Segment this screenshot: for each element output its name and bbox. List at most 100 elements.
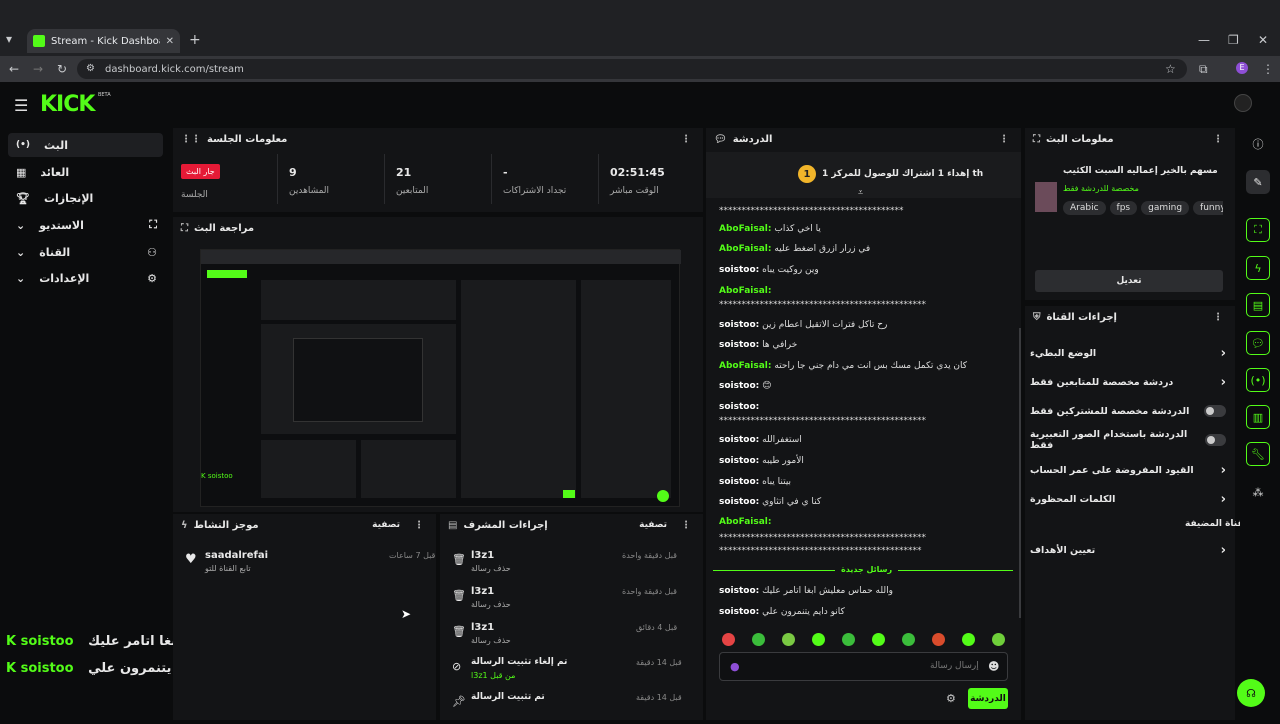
goal-banner[interactable]: 1 إهداء 1 اشتراك للوصول للمركز 1 th ⩡ [706, 152, 1021, 198]
sidebar-item-achievements[interactable]: 🏆︎ الإنجازات [8, 186, 163, 210]
edit-button[interactable]: تعديل [1035, 270, 1223, 292]
chat-message[interactable]: soistoo: والله حماس معليش ابغا اتامر علي… [719, 586, 893, 596]
emotes-only-toggle[interactable] [1205, 434, 1226, 446]
wrench-icon[interactable]: 🔧︎ [1246, 442, 1270, 466]
edit-icon[interactable]: ✎ [1246, 170, 1270, 194]
more-icon[interactable]: ⋮ [681, 134, 691, 145]
emoji-icon[interactable]: ☻ [988, 660, 999, 673]
browser-menu-icon[interactable]: ⋮ [1262, 63, 1274, 75]
subscribers-only-toggle[interactable] [1204, 405, 1226, 417]
bolt-icon[interactable]: ϟ [1246, 256, 1270, 280]
capture-icon[interactable]: ⛶ [1246, 218, 1270, 242]
extensions-icon[interactable]: ⧉ [1199, 63, 1208, 75]
sidebar-item-channel[interactable]: ⌄ القناة ⚇ [8, 240, 163, 264]
action-followers-only[interactable]: دردشة مخصصة للمتابعين فقط › [1030, 372, 1226, 392]
tag-chip[interactable]: gaming [1141, 201, 1190, 215]
chat-input[interactable]: ● إرسال رسالة ☻ [719, 652, 1008, 681]
browser-tab[interactable]: Stream - Kick Dashboard ✕ [27, 29, 180, 53]
chat-message[interactable]: ****************************************… [719, 206, 904, 216]
minimize-icon[interactable]: — [1198, 34, 1210, 46]
tag-chip[interactable]: funny [1193, 201, 1223, 215]
more-icon[interactable]: ⋮ [1213, 134, 1223, 145]
chat-message[interactable]: ****************************************… [719, 546, 922, 556]
url-input[interactable]: ⚙ dashboard.kick.com/stream ☆ [77, 59, 1187, 79]
chat-message[interactable]: AboFaisal: يا اخي كذاب [719, 224, 821, 234]
emote-icon[interactable] [752, 633, 765, 646]
chat-message[interactable]: soistoo: كنا ي في اتثاوي [719, 497, 821, 507]
chat-message[interactable]: soistoo: كانو دايم يتنمرون علي [719, 607, 845, 617]
mic-icon[interactable]: ● [730, 660, 740, 673]
info-icon[interactable]: ⓘ [1246, 132, 1270, 156]
support-icon[interactable]: ☊ [1237, 679, 1265, 707]
bookmark-star-icon[interactable]: ☆ [1165, 63, 1176, 75]
emote-icon[interactable] [872, 633, 885, 646]
expand-icon[interactable]: ⩡ [858, 188, 863, 198]
chat-message[interactable]: soistoo: بيتنا يباه [719, 477, 791, 487]
emote-icon[interactable] [932, 633, 945, 646]
stream-category[interactable]: مخصصة للدردشة فقط [1063, 184, 1139, 193]
chat-message[interactable]: soistoo: استغفرالله [719, 435, 802, 445]
emote-icon[interactable] [722, 633, 735, 646]
chat-message[interactable]: ****************************************… [719, 533, 926, 543]
chat-icon[interactable]: 💬︎ [1246, 331, 1270, 355]
emote-icon[interactable] [902, 633, 915, 646]
activity-user[interactable]: saadalrefai [205, 550, 268, 561]
emote-icon[interactable] [992, 633, 1005, 646]
chat-message[interactable]: soistoo: وين روكيت يباه [719, 265, 819, 275]
list-icon[interactable]: ▤ [1246, 293, 1270, 317]
chat-message[interactable]: ****************************************… [719, 300, 926, 310]
forward-icon[interactable]: → [33, 63, 43, 75]
filter-button[interactable]: تصفية [372, 520, 400, 530]
site-info-icon[interactable]: ⚙ [86, 63, 95, 75]
profile-avatar[interactable]: E [1236, 62, 1248, 74]
action-set-goals[interactable]: تعيين الأهداف › [1030, 540, 1226, 560]
chat-message[interactable]: AboFaisal: في زرار ازرق اضغط عليه [719, 244, 870, 254]
more-icon[interactable]: ⋮ [414, 520, 424, 531]
chat-message[interactable]: soistoo: [719, 402, 759, 412]
chat-message[interactable]: soistoo: خرافي ها [719, 340, 797, 350]
chat-settings-icon[interactable]: ⚙ [946, 692, 956, 705]
emote-icon[interactable] [962, 633, 975, 646]
sidebar-item-revenue[interactable]: ▦ العائد [8, 160, 163, 184]
stream-video[interactable]: K soistoo [200, 249, 681, 507]
chat-message[interactable]: AboFaisal: [719, 517, 771, 527]
action-subscribers-only[interactable]: الدردشة مخصصة للمشتركين فقط [1030, 401, 1226, 421]
filter-button[interactable]: تصفية [639, 520, 667, 530]
tag-chip[interactable]: Arabic [1063, 201, 1106, 215]
kick-logo[interactable]: KICK BETA [40, 92, 111, 117]
new-tab-icon[interactable]: + [189, 33, 201, 47]
chat-message[interactable]: AboFaisal: كان يدي تكمل مسك بس انت مي دا… [719, 361, 967, 371]
tab-close-icon[interactable]: ✕ [166, 36, 174, 47]
back-icon[interactable]: ← [9, 63, 19, 75]
action-emotes-only[interactable]: الدردشة باستخدام الصور التعبيرية فقط [1030, 429, 1226, 451]
emote-icon[interactable] [812, 633, 825, 646]
restore-icon[interactable]: ❐ [1228, 34, 1239, 46]
chat-message[interactable]: soistoo: رح تاكل فترات الاتقيل اعطام زين [719, 320, 887, 330]
more-icon[interactable]: ⋮ [999, 134, 1009, 145]
reload-icon[interactable]: ↻ [57, 63, 67, 75]
tag-chip[interactable]: fps [1109, 201, 1138, 215]
tab-search-icon[interactable]: ▾ [6, 33, 12, 45]
sidebar-item-settings[interactable]: ⌄ الإعدادات ⚙ [8, 266, 163, 290]
sidebar-item-studio[interactable]: ⌄ الاستديو ⛶ [8, 213, 163, 237]
chat-message[interactable]: soistoo: الأمور طيبه [719, 456, 804, 466]
more-icon[interactable]: ⋮ [681, 520, 691, 531]
layers-icon[interactable]: ▥ [1246, 405, 1270, 429]
hamburger-menu-icon[interactable]: ☰ [14, 96, 28, 115]
sidebar-item-stream[interactable]: (•) البث [8, 133, 163, 157]
broadcast-icon[interactable]: (•) [1246, 368, 1270, 392]
chat-message[interactable]: soistoo: 😊 [719, 381, 772, 391]
action-banned-words[interactable]: الكلمات المحظورة › [1030, 489, 1226, 509]
user-avatar[interactable] [1234, 94, 1252, 112]
close-window-icon[interactable]: ✕ [1258, 34, 1268, 46]
emote-icon[interactable] [842, 633, 855, 646]
action-account-age[interactable]: القيود المفروضة على عمر الحساب › [1030, 460, 1226, 480]
more-icon[interactable]: ⋮ [1213, 312, 1223, 323]
chat-scrollbar[interactable] [1019, 328, 1021, 618]
chat-message[interactable]: ****************************************… [719, 416, 926, 426]
action-slow-mode[interactable]: الوضع البطيء › [1030, 343, 1226, 363]
apps-icon[interactable]: ⁂ [1246, 480, 1270, 504]
chat-message[interactable]: AboFaisal: [719, 286, 771, 296]
emote-icon[interactable] [782, 633, 795, 646]
send-chat-button[interactable]: الدردشة [968, 688, 1008, 709]
